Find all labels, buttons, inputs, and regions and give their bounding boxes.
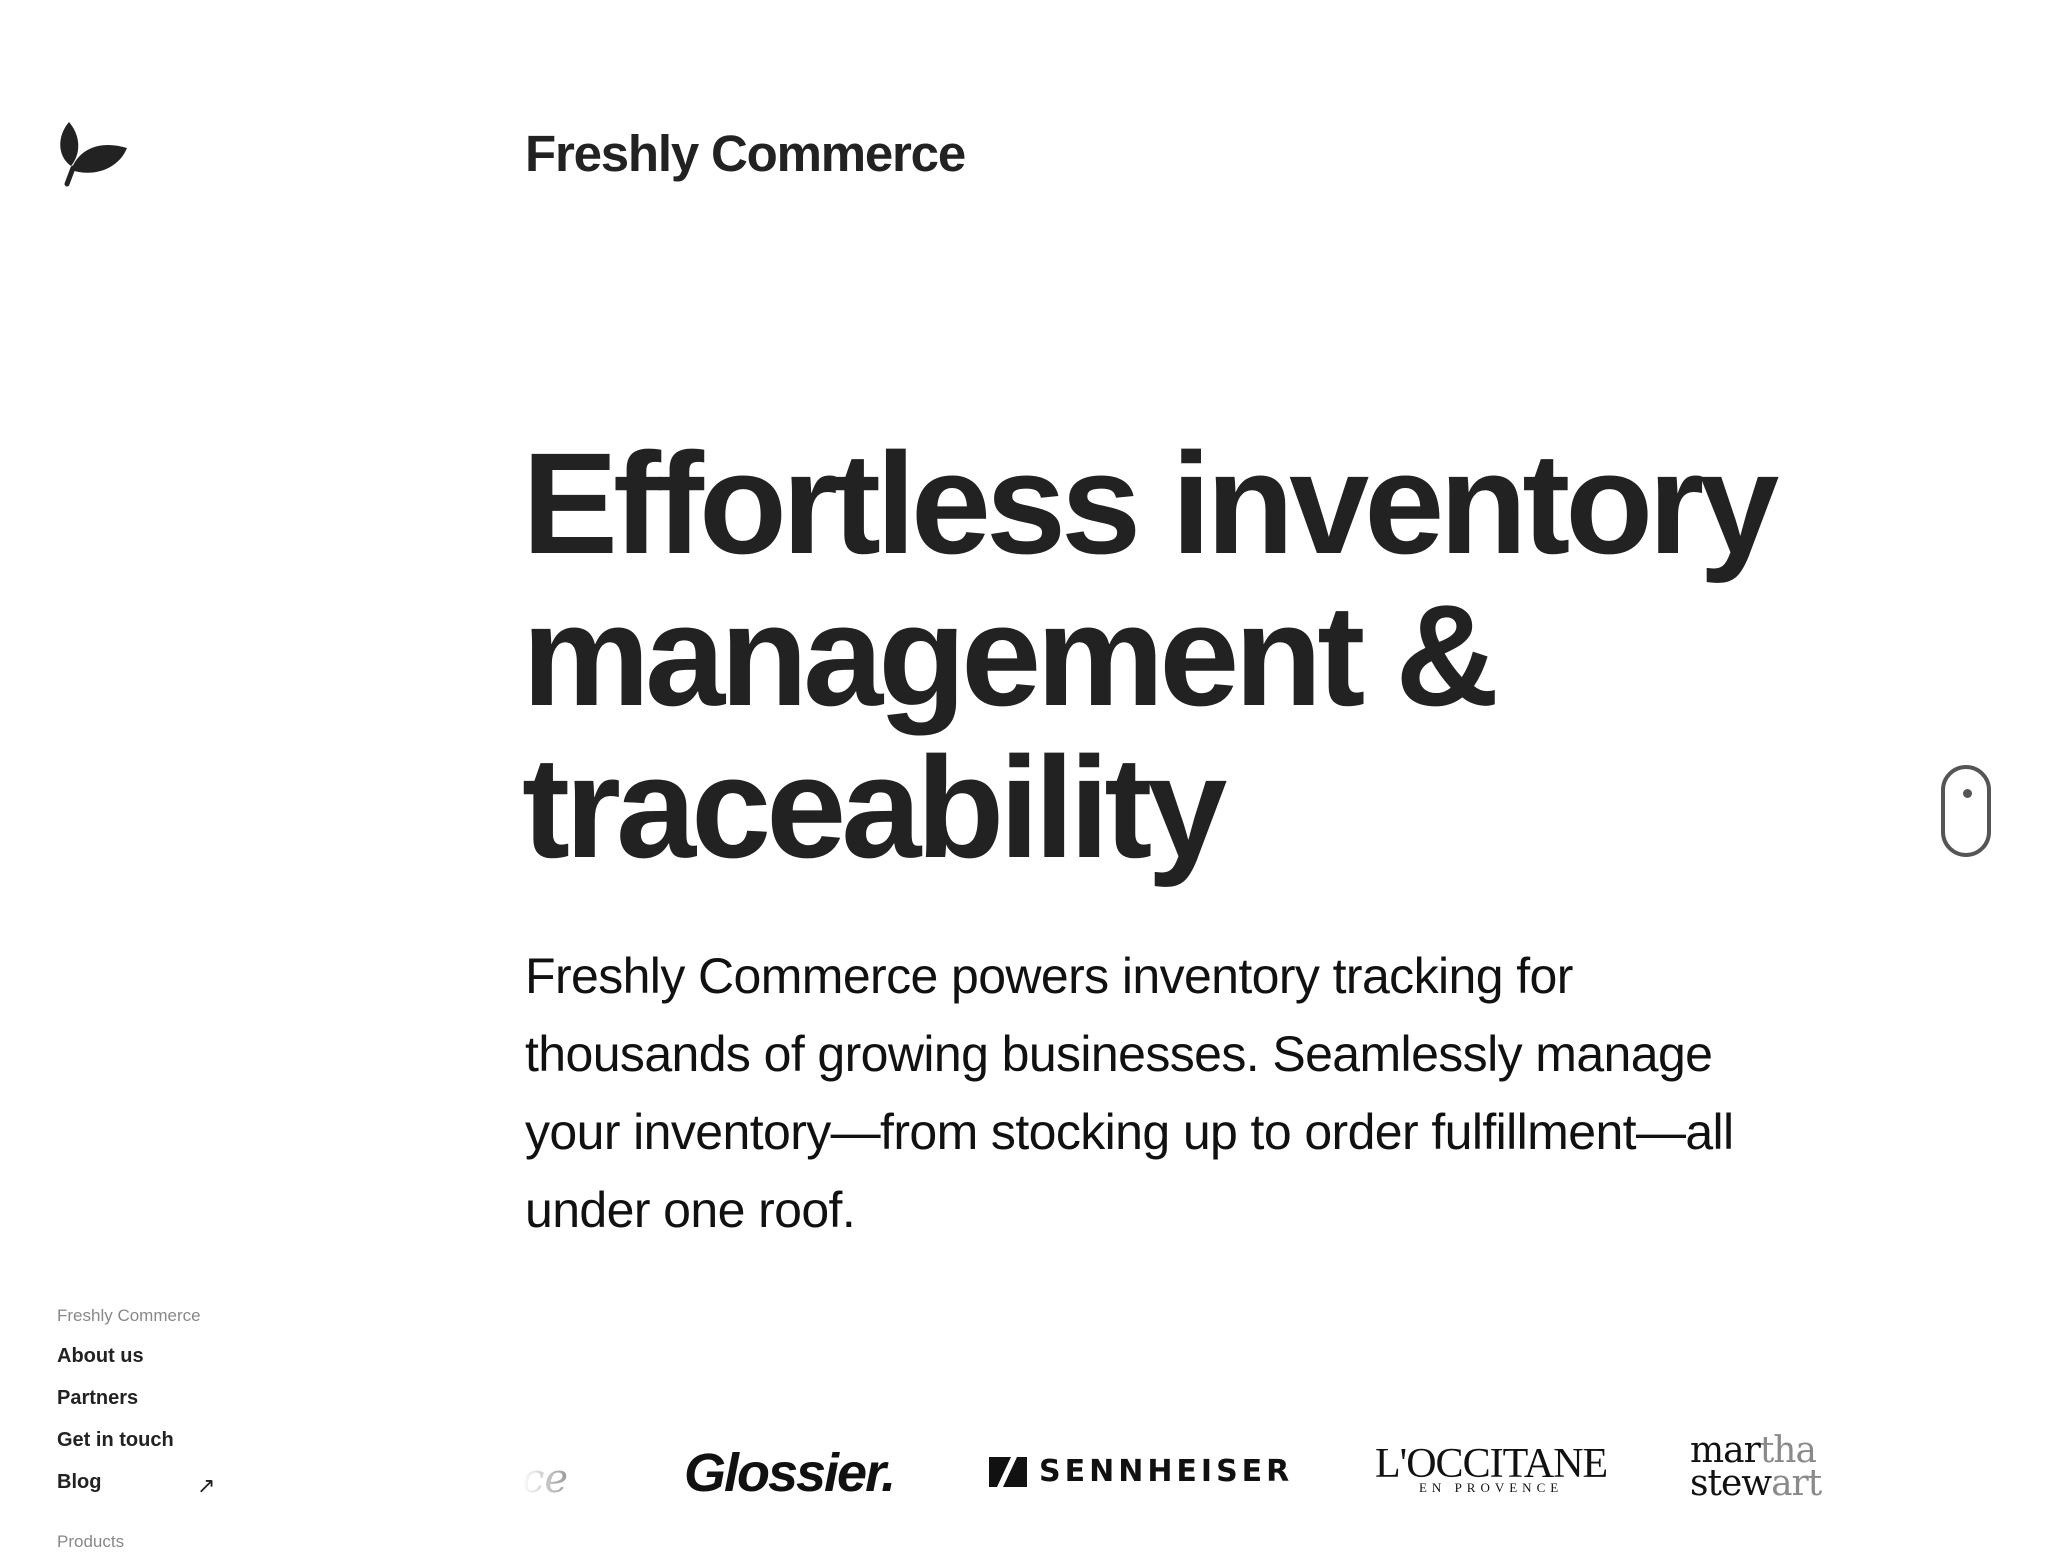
- martha-line-2: stewart: [1690, 1463, 1822, 1504]
- nav-section-label-products: Products: [57, 1532, 125, 1551]
- mouse-scroll-icon[interactable]: [1941, 765, 1991, 857]
- loccitane-logo: L'OCCITANE EN PROVENCE: [1375, 1442, 1608, 1496]
- sennheiser-logo: SENNHEISER: [989, 1454, 1293, 1489]
- leaf-logo-icon[interactable]: [55, 118, 129, 192]
- headline-line: traceability: [522, 727, 1227, 888]
- brand-name[interactable]: Freshly Commerce: [525, 124, 966, 183]
- nav-link-blog[interactable]: Blog ↗: [57, 1471, 257, 1498]
- nav-link-about-us[interactable]: About us: [57, 1345, 257, 1368]
- sennheiser-mark-icon: [989, 1456, 1027, 1487]
- scroll-wheel-dot: [1963, 789, 1972, 798]
- headline-line: management &: [522, 575, 1499, 736]
- description-line: thousands of growing businesses. Seamles…: [525, 1026, 1713, 1082]
- headline-line: Effortless inventory: [522, 423, 1779, 584]
- sennheiser-wordmark: SENNHEISER: [1039, 1454, 1294, 1489]
- description-line: your inventory—from stocking up to order…: [525, 1104, 1734, 1160]
- glossier-logo: Glossier.: [684, 1443, 896, 1503]
- nav-link-partners[interactable]: Partners: [57, 1387, 257, 1410]
- customer-logos-strip: ce Glossier. SENNHEISER L'OCCITANE EN PR…: [522, 1433, 1942, 1520]
- description-line: under one roof.: [525, 1182, 856, 1238]
- hero-description: Freshly Commerce powers inventory tracki…: [525, 937, 1945, 1249]
- partial-customer-logo: ce: [522, 1456, 569, 1502]
- martha-stewart-logo: martha stewart: [1690, 1433, 1822, 1504]
- external-link-arrow-icon: ↗: [197, 1473, 216, 1498]
- nav-link-blog-label: Blog: [57, 1471, 102, 1493]
- footer-nav: Freshly Commerce About us Partners Get i…: [57, 1306, 257, 1552]
- nav-section-label: Freshly Commerce: [57, 1306, 201, 1325]
- description-line: Freshly Commerce powers inventory tracki…: [525, 948, 1573, 1004]
- nav-link-get-in-touch[interactable]: Get in touch: [57, 1429, 257, 1452]
- hero-headline: Effortless inventory management & tracea…: [522, 428, 1922, 884]
